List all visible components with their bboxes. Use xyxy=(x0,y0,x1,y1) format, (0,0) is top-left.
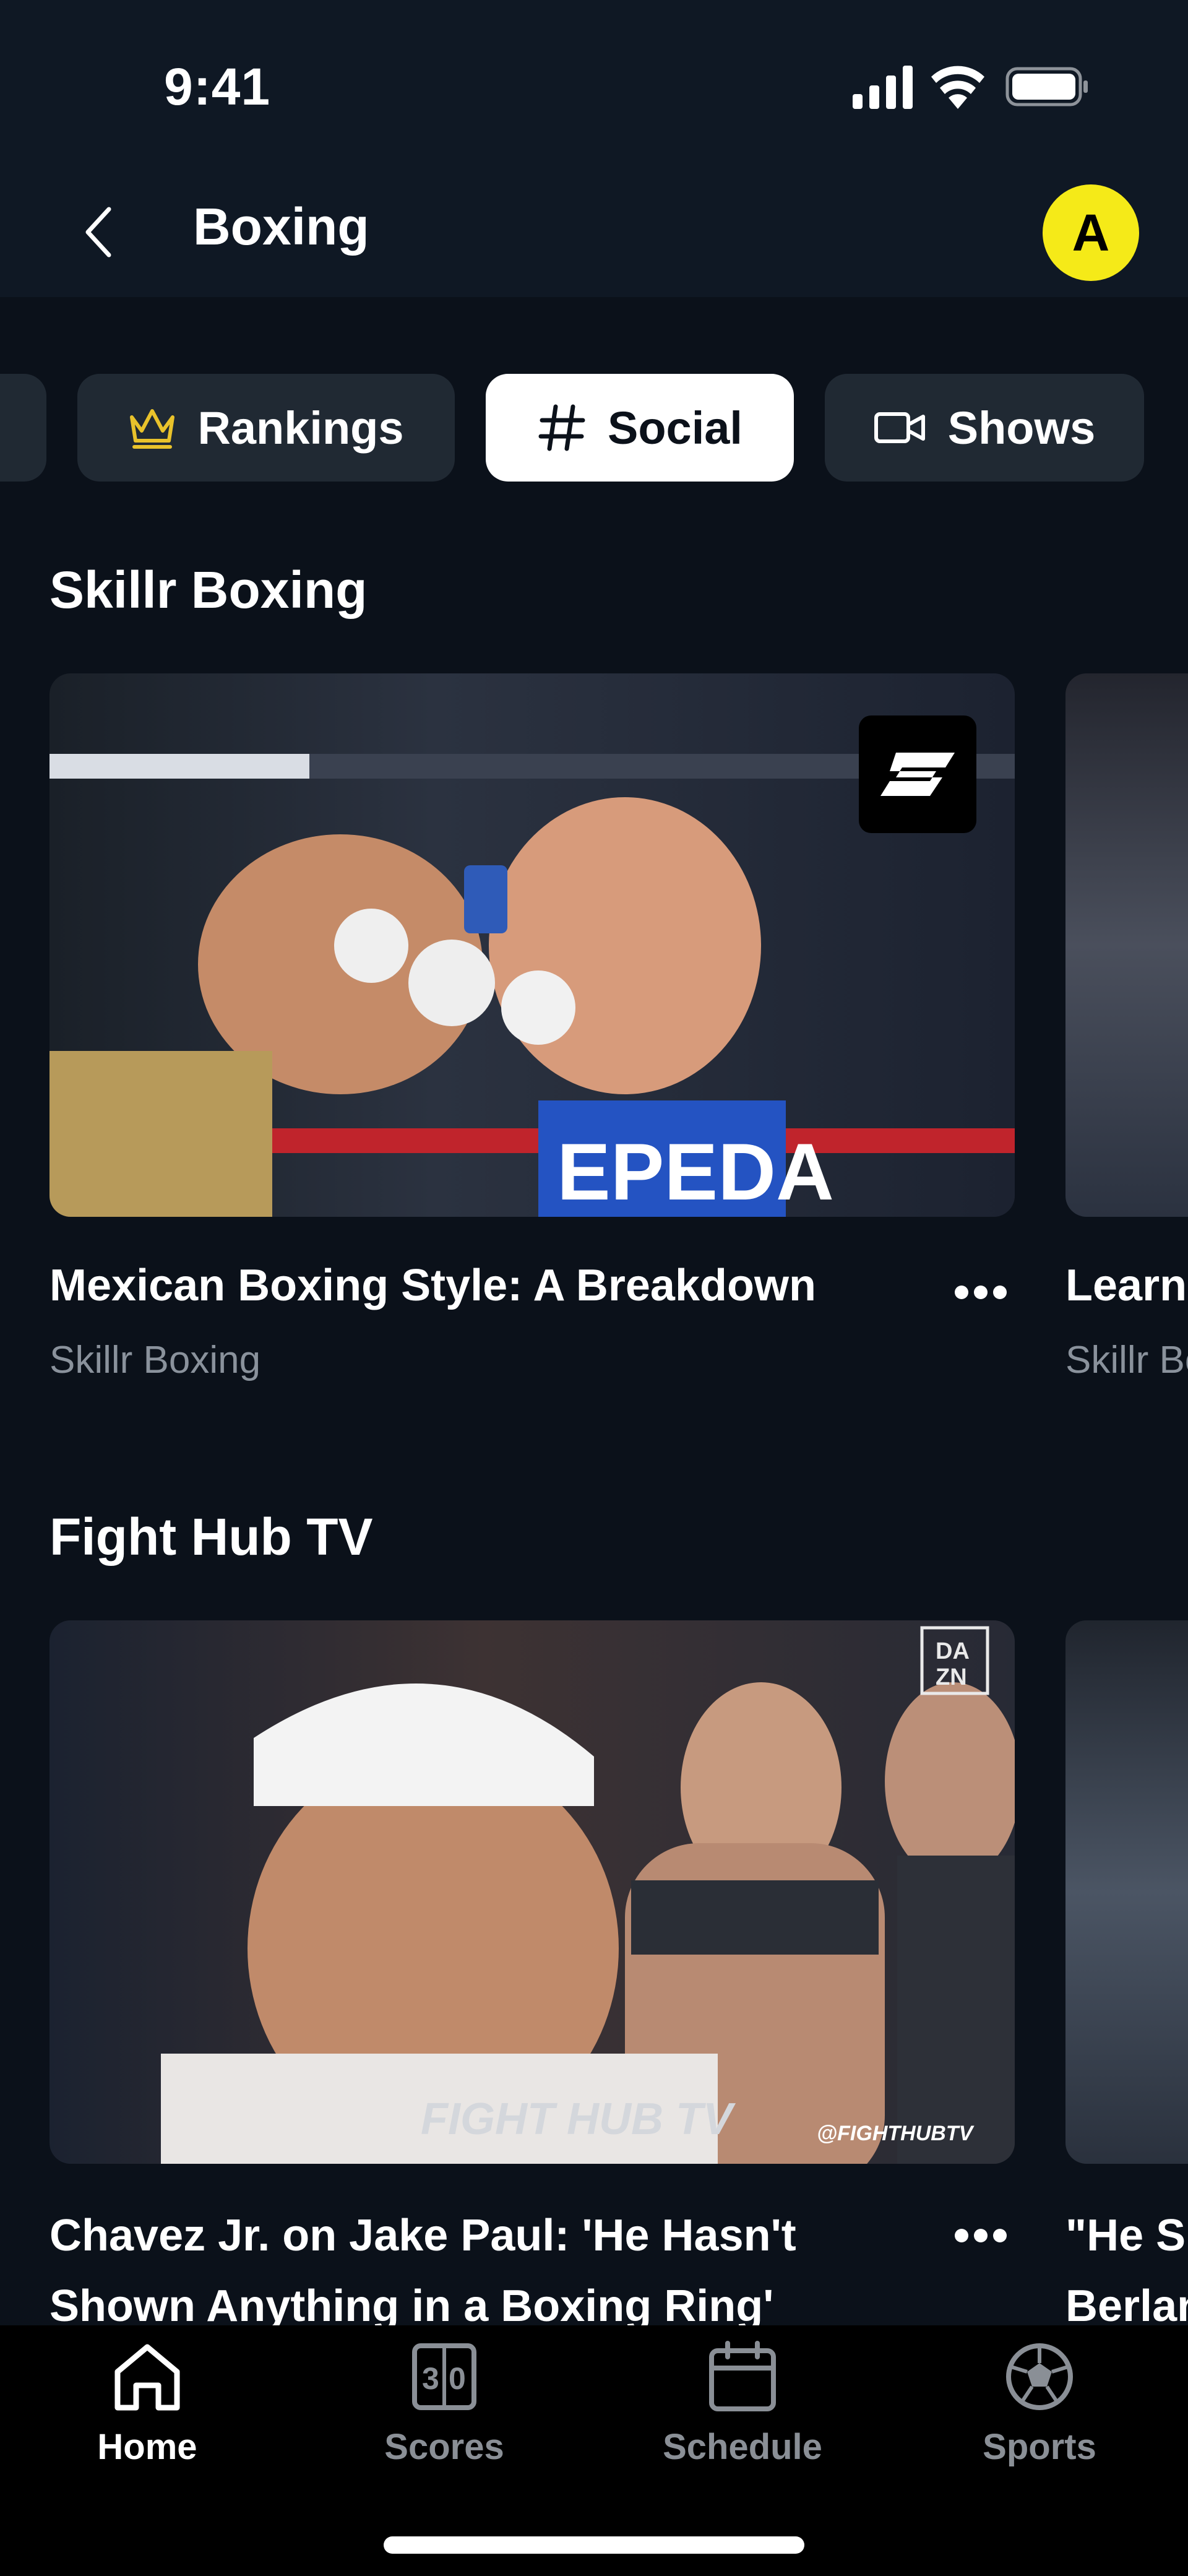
status-time: 9:41 xyxy=(164,58,271,116)
tab-scores[interactable]: 3 0 Scores xyxy=(351,2340,537,2488)
svg-text:3: 3 xyxy=(422,2361,439,2396)
app-header xyxy=(0,173,1188,297)
video-thumbnail-peek[interactable] xyxy=(1065,1620,1188,2164)
chip-label: Social xyxy=(608,402,742,454)
video-title[interactable]: Mexican Boxing Style: A Breakdown xyxy=(50,1250,940,1321)
tab-label: Schedule xyxy=(663,2427,822,2467)
svg-text:ZN: ZN xyxy=(936,1664,967,1690)
crown-icon xyxy=(128,406,176,449)
skillr-logo xyxy=(859,715,976,833)
hashtag-icon xyxy=(537,403,587,452)
home-indicator[interactable] xyxy=(384,2536,804,2554)
video-title[interactable]: Chavez Jr. on Jake Paul: 'He Hasn't Show… xyxy=(50,2200,940,2341)
more-options-icon[interactable] xyxy=(953,1281,1009,1303)
chip-previous-partial[interactable] xyxy=(0,374,46,482)
screen: 9:41 Boxing A Rankings Social Shows Skil… xyxy=(0,0,1188,2576)
video-channel: Skillr Boxing xyxy=(50,1339,261,1381)
svg-text:FIGHT HUB TV: FIGHT HUB TV xyxy=(421,2094,736,2144)
peek-video-title[interactable]: Learn xyxy=(1065,1250,1187,1321)
scoreboard-icon: 3 0 xyxy=(412,2343,476,2410)
soccer-ball-icon xyxy=(1006,2343,1073,2410)
chip-shows[interactable]: Shows xyxy=(825,374,1144,482)
battery-icon xyxy=(1005,67,1088,106)
chip-social[interactable]: Social xyxy=(486,374,794,482)
calendar-icon xyxy=(709,2341,776,2411)
chip-label: Shows xyxy=(947,402,1096,454)
svg-text:EPEDA: EPEDA xyxy=(557,1126,834,1217)
tab-sports[interactable]: Sports xyxy=(947,2340,1132,2488)
cellular-signal-icon xyxy=(853,66,913,109)
tab-label: Sports xyxy=(983,2427,1096,2467)
video-camera-icon xyxy=(874,409,927,446)
svg-text:0: 0 xyxy=(449,2361,466,2396)
tab-label: Home xyxy=(97,2427,197,2467)
video-thumbnail-peek[interactable] xyxy=(1065,673,1188,1217)
status-bar: 9:41 xyxy=(0,0,1188,173)
svg-text:DA: DA xyxy=(936,1638,970,1664)
home-icon xyxy=(114,2344,180,2411)
back-arrow-icon[interactable] xyxy=(80,204,118,260)
tab-schedule[interactable]: Schedule xyxy=(650,2340,835,2488)
section-title: Skillr Boxing xyxy=(50,561,368,619)
video-thumbnail[interactable]: EPEDA xyxy=(50,673,1015,1217)
svg-text:@FIGHTHUBTV: @FIGHTHUBTV xyxy=(817,2122,975,2145)
tab-home[interactable]: Home xyxy=(54,2340,240,2488)
peek-video-channel: Skillr Bo xyxy=(1065,1339,1188,1381)
chip-rankings[interactable]: Rankings xyxy=(77,374,455,482)
chip-label: Rankings xyxy=(197,402,404,454)
avatar[interactable]: A xyxy=(1043,184,1139,281)
wifi-icon xyxy=(931,66,984,109)
section-title: Fight Hub TV xyxy=(50,1508,373,1566)
page-title: Boxing xyxy=(193,197,369,256)
peek-video-title[interactable]: "He Sh xyxy=(1065,2200,1188,2271)
video-thumbnail[interactable]: FIGHT HUB TV @FIGHTHUBTV DA ZN xyxy=(50,1620,1015,2164)
tab-label: Scores xyxy=(384,2427,504,2467)
more-options-icon[interactable] xyxy=(953,2224,1009,2247)
